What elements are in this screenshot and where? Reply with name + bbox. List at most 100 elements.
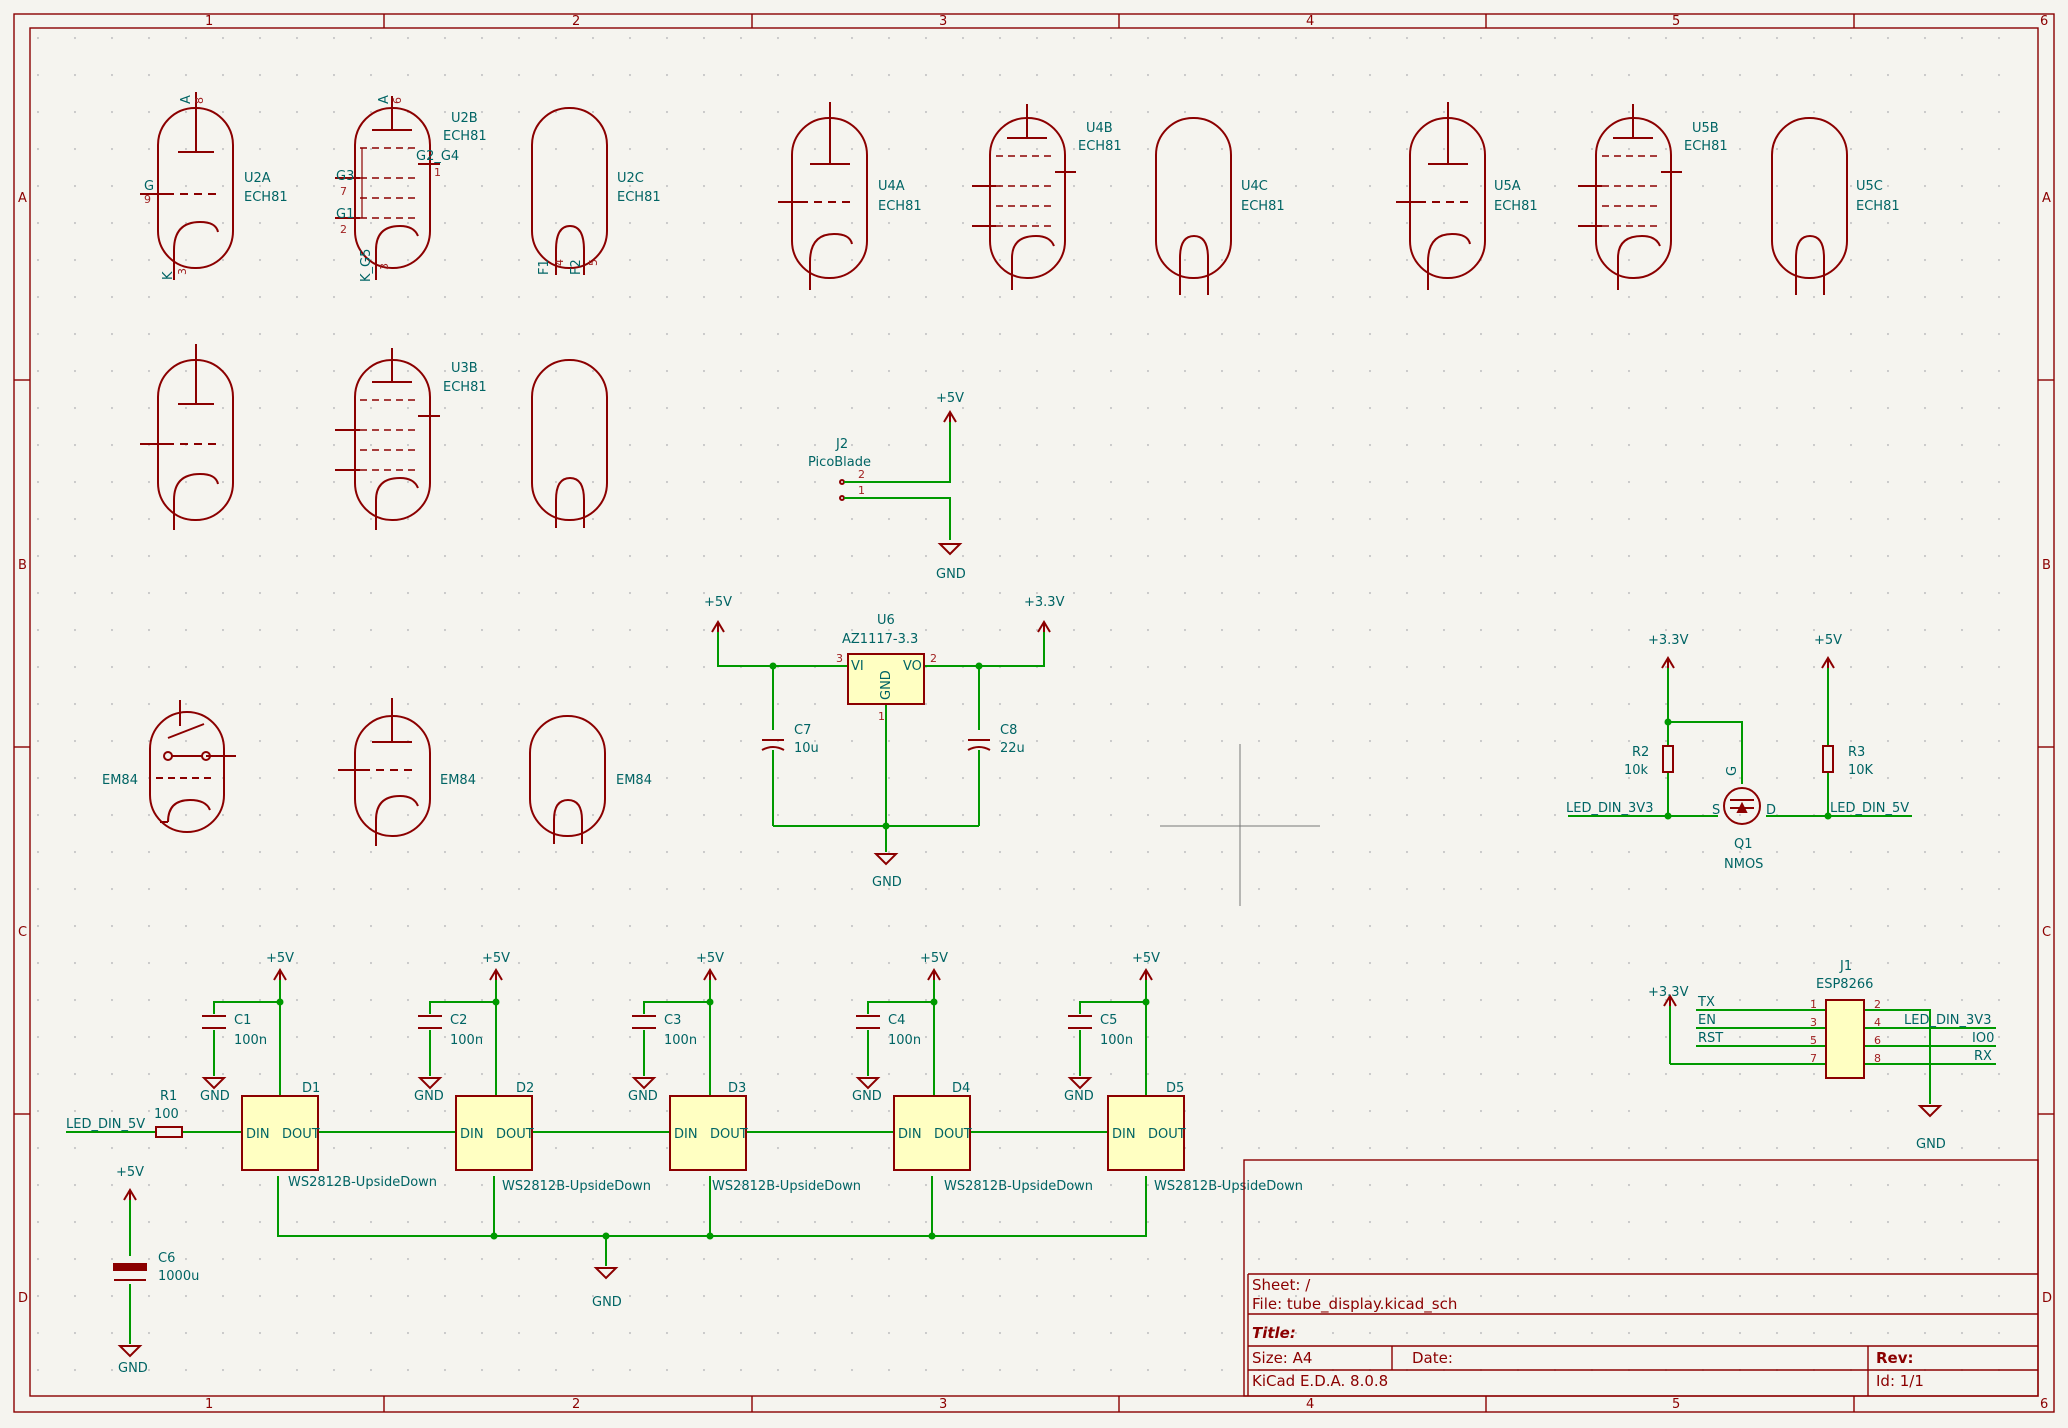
- net-label[interactable]: TX: [1697, 995, 1715, 1010]
- pin-number: 1: [858, 484, 865, 497]
- row-label: A: [18, 191, 27, 206]
- tube-ref: U2B: [451, 111, 478, 126]
- pin-number: 4: [1874, 1016, 1881, 1029]
- pin-number: 2: [930, 652, 937, 665]
- cap-ref: C8: [1000, 723, 1017, 738]
- power-label: GND: [872, 875, 902, 890]
- led-value: WS2812B-UpsideDown: [944, 1179, 1093, 1194]
- pin-label: G3: [336, 169, 354, 184]
- mosfet-ref: Q1: [1734, 837, 1753, 852]
- pin-label: DIN: [898, 1127, 922, 1142]
- header-value: ESP8266: [1816, 977, 1873, 992]
- col-label: 1: [205, 1397, 213, 1412]
- row-label: B: [2042, 558, 2051, 573]
- power-label: +5V: [266, 951, 294, 966]
- net-label[interactable]: LED_DIN_3V3: [1566, 801, 1653, 816]
- led-ref: D3: [728, 1081, 746, 1096]
- net-label[interactable]: LED_DIN_5V: [66, 1117, 145, 1132]
- tube-value: ECH81: [1856, 199, 1900, 214]
- pin-label: VI: [851, 659, 864, 674]
- resistor-value: 10k: [1624, 763, 1649, 778]
- cap-value: 100n: [450, 1033, 483, 1048]
- pin-number: 1: [1810, 998, 1817, 1011]
- tube-value: ECH81: [1078, 139, 1122, 154]
- pin-number: 3: [1810, 1016, 1817, 1029]
- pin-label: DOUT: [934, 1127, 972, 1142]
- schematic-canvas[interactable]: 1 2 3 4 5 6 1 2 3 4 5 6 A B C D A B C D …: [0, 0, 2068, 1428]
- pin-label: DIN: [1112, 1127, 1136, 1142]
- tube-ref: U4A: [878, 179, 905, 194]
- pin-label: S: [1712, 803, 1720, 818]
- pin-number: 3: [836, 652, 843, 665]
- pin-number: 2: [858, 468, 865, 481]
- pin-label: G1: [336, 207, 354, 222]
- tube-ref: U5C: [1856, 179, 1883, 194]
- pin-label: K_G5: [359, 249, 374, 282]
- pin-number: 2: [340, 223, 347, 236]
- col-label: 6: [2040, 14, 2048, 29]
- col-label: 2: [572, 14, 580, 29]
- tube-value: ECH81: [244, 190, 288, 205]
- power-label: GND: [852, 1089, 882, 1104]
- cap-value: 22u: [1000, 741, 1025, 756]
- pin-label: K: [161, 271, 176, 280]
- pin-label: G: [1725, 766, 1740, 776]
- power-label: +5V: [482, 951, 510, 966]
- cap-ref: C3: [664, 1013, 681, 1028]
- pin-label: DIN: [460, 1127, 484, 1142]
- cap-ref: C7: [794, 723, 811, 738]
- net-label[interactable]: EN: [1698, 1013, 1716, 1028]
- led-value: WS2812B-UpsideDown: [712, 1179, 861, 1194]
- tube-value: ECH81: [1494, 199, 1538, 214]
- id-field: Id: 1/1: [1876, 1372, 1924, 1390]
- tool-field: KiCad E.D.A. 8.0.8: [1252, 1372, 1388, 1390]
- resistor-ref: R1: [160, 1089, 177, 1104]
- cap-value: 1000u: [158, 1269, 199, 1284]
- header-j1[interactable]: [1825, 999, 1865, 1079]
- led-ref: D4: [952, 1081, 970, 1096]
- row-label: D: [18, 1291, 28, 1306]
- net-label[interactable]: RX: [1974, 1049, 1992, 1064]
- connector-ref: J2: [835, 437, 848, 452]
- pin-label: G2_G4: [416, 149, 459, 164]
- col-label: 4: [1306, 14, 1314, 29]
- tube-value: ECH81: [1241, 199, 1285, 214]
- row-label: C: [2042, 925, 2051, 940]
- col-label: 5: [1672, 14, 1680, 29]
- resistor-value: 10K: [1848, 763, 1874, 778]
- tube-value: ECH81: [443, 129, 487, 144]
- tube-value: ECH81: [443, 380, 487, 395]
- pin-number: 8: [193, 97, 206, 104]
- pin-number: 1: [878, 710, 885, 723]
- col-label: 6: [2040, 1397, 2048, 1412]
- net-label[interactable]: IO0: [1972, 1031, 1994, 1046]
- power-label: +5V: [704, 595, 732, 610]
- cap-value: 100n: [1100, 1033, 1133, 1048]
- tube-value: EM84: [102, 773, 138, 788]
- led-value: WS2812B-UpsideDown: [1154, 1179, 1303, 1194]
- pin-label: DOUT: [496, 1127, 534, 1142]
- power-label: +3.3V: [1648, 985, 1689, 1000]
- pin-label: G: [144, 179, 154, 194]
- net-label[interactable]: RST: [1698, 1031, 1723, 1046]
- power-label: GND: [414, 1089, 444, 1104]
- cap-ref: C5: [1100, 1013, 1117, 1028]
- power-label: +3.3V: [1024, 595, 1065, 610]
- pin-number: 3: [378, 263, 391, 270]
- date-field: Date:: [1412, 1349, 1453, 1367]
- file-field: File: tube_display.kicad_sch: [1252, 1295, 1457, 1314]
- tube-ref: U2C: [617, 171, 644, 186]
- pin-label: F1: [537, 259, 552, 275]
- power-label: GND: [200, 1089, 230, 1104]
- pin-number: 8: [1874, 1052, 1881, 1065]
- net-label[interactable]: LED_DIN_3V3: [1904, 1013, 1991, 1028]
- row-label: B: [18, 558, 27, 573]
- net-label[interactable]: LED_DIN_5V: [1830, 801, 1909, 816]
- pin-number: 6: [391, 97, 404, 104]
- power-label: GND: [592, 1295, 622, 1310]
- col-label: 3: [939, 14, 947, 29]
- resistor-ref: R3: [1848, 745, 1865, 760]
- col-label: 2: [572, 1397, 580, 1412]
- cap-value: 10u: [794, 741, 819, 756]
- led-value: WS2812B-UpsideDown: [502, 1179, 651, 1194]
